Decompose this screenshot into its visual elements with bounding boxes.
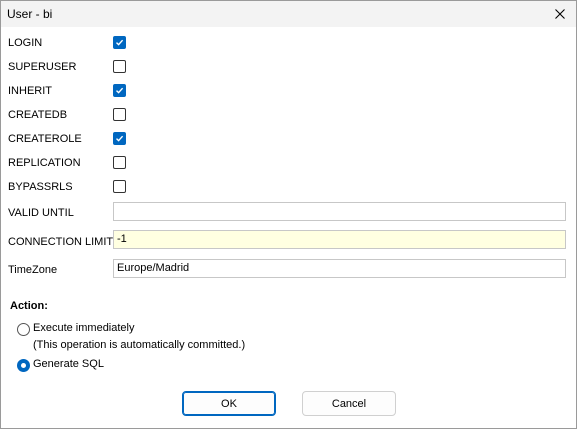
option-label-createdb: CREATEDB xyxy=(8,109,68,121)
valid-until-input[interactable] xyxy=(113,202,566,221)
action-title: Action: xyxy=(10,300,48,312)
checkmark-icon xyxy=(116,87,124,94)
option-label-replication: REPLICATION xyxy=(8,157,81,169)
generate-sql-radio[interactable] xyxy=(17,359,30,372)
option-label-inherit: INHERIT xyxy=(8,85,52,97)
execute-immediately-label[interactable]: Execute immediately xyxy=(33,322,135,334)
dialog-title: User - bi xyxy=(7,7,53,21)
generate-sql-label[interactable]: Generate SQL xyxy=(33,358,104,370)
timezone-input[interactable]: Europe/Madrid xyxy=(113,259,566,278)
option-label-login: LOGIN xyxy=(8,37,43,49)
execute-immediately-radio[interactable] xyxy=(17,323,30,336)
option-label-createrole: CREATEROLE xyxy=(8,133,82,145)
bypassrls-checkbox[interactable] xyxy=(113,180,126,193)
close-button[interactable] xyxy=(547,3,573,25)
createdb-checkbox[interactable] xyxy=(113,108,126,121)
dialog-content: LOGIN SUPERUSER INHERIT CREATEDB CREATER… xyxy=(1,27,576,428)
option-label-superuser: SUPERUSER xyxy=(8,61,77,73)
valid-until-label: VALID UNTIL xyxy=(8,207,74,219)
checkmark-icon xyxy=(116,39,124,46)
execute-note: (This operation is automatically committ… xyxy=(33,339,246,351)
user-dialog: User - bi LOGIN SUPERUSER INHERIT CREATE… xyxy=(0,0,577,429)
login-checkbox[interactable] xyxy=(113,36,126,49)
inherit-checkbox[interactable] xyxy=(113,84,126,97)
superuser-checkbox[interactable] xyxy=(113,60,126,73)
connection-limit-label: CONNECTION LIMIT xyxy=(8,236,114,248)
createrole-checkbox[interactable] xyxy=(113,132,126,145)
option-label-bypassrls: BYPASSRLS xyxy=(8,181,73,193)
title-bar: User - bi xyxy=(1,1,576,27)
checkmark-icon xyxy=(116,135,124,142)
close-icon xyxy=(555,9,565,19)
timezone-label: TimeZone xyxy=(8,264,58,276)
connection-limit-input[interactable]: -1 xyxy=(113,230,566,249)
cancel-button[interactable]: Cancel xyxy=(302,391,396,416)
ok-button[interactable]: OK xyxy=(182,391,276,416)
replication-checkbox[interactable] xyxy=(113,156,126,169)
